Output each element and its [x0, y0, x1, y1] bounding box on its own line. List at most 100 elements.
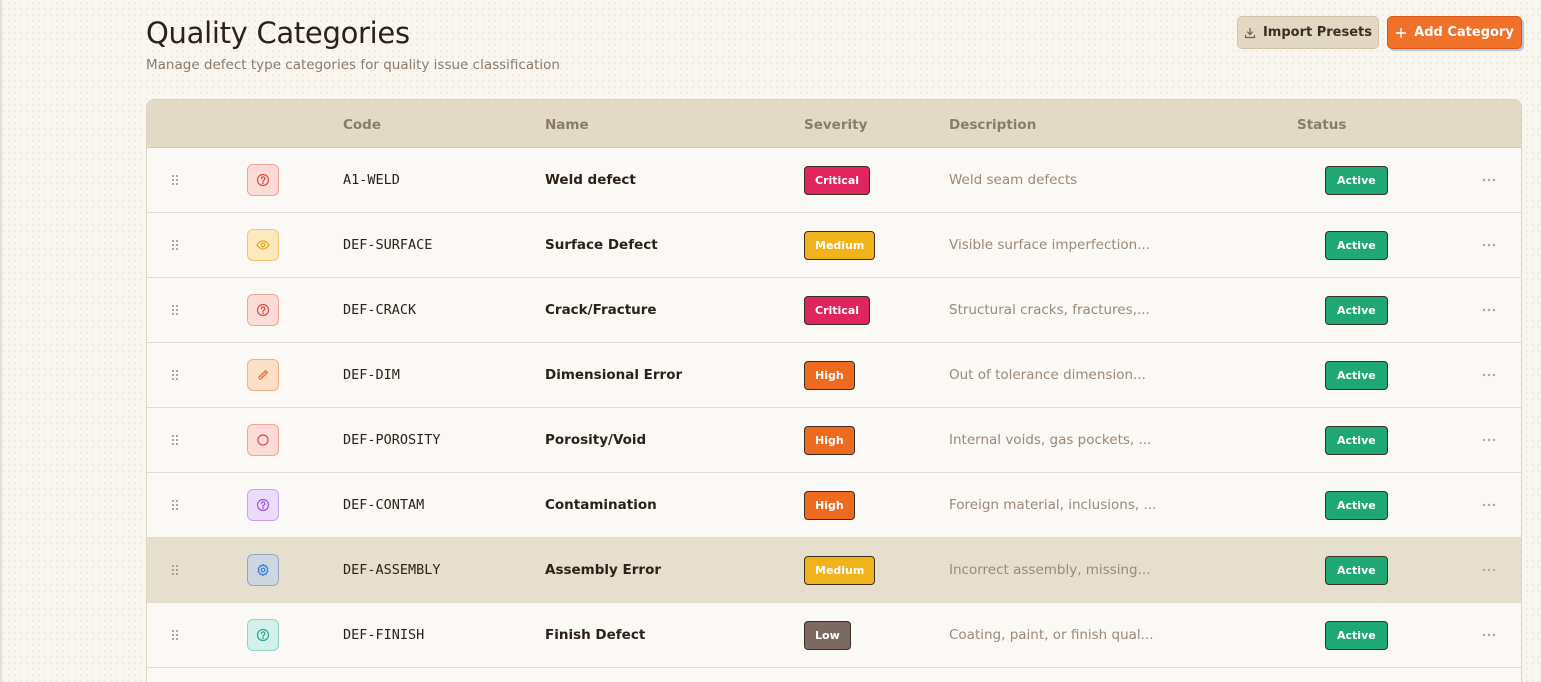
table-row[interactable]: DEF-POROSITY Porosity/Void High Internal…: [147, 408, 1521, 473]
category-code: A1-WELD: [343, 172, 400, 188]
help-circle-icon: [247, 294, 279, 326]
category-name: Weld defect: [545, 172, 636, 188]
column-header-status[interactable]: Status: [1297, 117, 1346, 133]
drag-handle-icon[interactable]: [169, 408, 181, 472]
page-title: Quality Categories: [146, 16, 410, 50]
category-description: Out of tolerance dimension...: [949, 367, 1146, 383]
category-code: DEF-POROSITY: [343, 432, 441, 448]
category-code: DEF-SURFACE: [343, 237, 433, 253]
more-actions-icon[interactable]: [1481, 538, 1497, 602]
severity-cell: Medium: [804, 213, 876, 277]
table-row[interactable]: DEF-FINISH Finish Defect Low Coating, pa…: [147, 603, 1521, 668]
severity-badge: Medium: [804, 230, 876, 260]
drag-handle-icon[interactable]: [169, 213, 181, 277]
status-cell: Active: [1325, 148, 1388, 212]
category-name: Dimensional Error: [545, 367, 683, 383]
help-circle-icon: [247, 164, 279, 196]
severity-badge: High: [804, 425, 855, 455]
ruler-icon: [247, 359, 279, 391]
severity-badge: Critical: [804, 165, 871, 195]
category-name: Crack/Fracture: [545, 302, 657, 318]
category-code: DEF-CRACK: [343, 302, 417, 318]
category-icon-cell: [247, 538, 279, 602]
category-name: Porosity/Void: [545, 432, 647, 448]
page-subtitle: Manage defect type categories for qualit…: [146, 57, 560, 73]
add-category-label: Add Category: [1414, 25, 1514, 40]
status-cell: Active: [1325, 343, 1388, 407]
column-header-severity[interactable]: Severity: [804, 117, 867, 133]
category-description: Internal voids, gas pockets, ...: [949, 432, 1152, 448]
drag-handle-icon[interactable]: [169, 603, 181, 667]
more-actions-icon[interactable]: [1481, 148, 1497, 212]
drag-handle-icon[interactable]: [169, 278, 181, 342]
severity-cell: Critical: [804, 278, 871, 342]
severity-cell: High: [804, 473, 855, 537]
status-badge: Active: [1325, 555, 1388, 585]
status-cell: Active: [1325, 473, 1388, 537]
more-actions-icon[interactable]: [1481, 603, 1497, 667]
status-badge: Active: [1325, 620, 1388, 650]
category-name: Contamination: [545, 497, 657, 513]
category-icon-cell: [247, 343, 279, 407]
table-row[interactable]: DEF-SURFACE Surface Defect Medium Visibl…: [147, 213, 1521, 278]
import-presets-button[interactable]: Import Presets: [1237, 16, 1379, 49]
table-row[interactable]: DEF-CONTAM Contamination High Foreign ma…: [147, 473, 1521, 538]
status-badge: Active: [1325, 295, 1388, 325]
column-header-name[interactable]: Name: [545, 117, 589, 133]
drag-handle-icon[interactable]: [169, 343, 181, 407]
severity-badge: Medium: [804, 555, 876, 585]
severity-cell: Medium: [804, 538, 876, 602]
category-code: DEF-DIM: [343, 367, 400, 383]
drag-handle-icon[interactable]: [169, 473, 181, 537]
drag-handle-icon[interactable]: [169, 538, 181, 602]
status-cell: Active: [1325, 408, 1388, 472]
category-name: Finish Defect: [545, 627, 646, 643]
table-row[interactable]: DEF-DIM Dimensional Error High Out of to…: [147, 343, 1521, 408]
category-code: DEF-FINISH: [343, 627, 425, 643]
help-circle-icon: [247, 619, 279, 651]
more-actions-icon[interactable]: [1481, 473, 1497, 537]
severity-badge: High: [804, 490, 855, 520]
eye-icon: [247, 229, 279, 261]
category-name: Assembly Error: [545, 562, 662, 578]
severity-cell: High: [804, 343, 855, 407]
drag-handle-icon[interactable]: [169, 148, 181, 212]
categories-table: Code Name Severity Description Status A1…: [146, 99, 1522, 682]
column-header-description[interactable]: Description: [949, 117, 1036, 133]
category-icon-cell: [247, 603, 279, 667]
import-presets-label: Import Presets: [1262, 25, 1373, 40]
severity-cell: High: [804, 408, 855, 472]
status-badge: Active: [1325, 165, 1388, 195]
more-actions-icon[interactable]: [1481, 408, 1497, 472]
category-description: Visible surface imperfection...: [949, 237, 1151, 253]
severity-cell: Low: [804, 603, 851, 667]
status-cell: Active: [1325, 538, 1388, 602]
status-cell: Active: [1325, 603, 1388, 667]
plus-icon: [1395, 27, 1407, 39]
gear-icon: [247, 554, 279, 586]
status-badge: Active: [1325, 425, 1388, 455]
severity-cell: Critical: [804, 148, 871, 212]
table-row[interactable]: A1-WELD Weld defect Critical Weld seam d…: [147, 148, 1521, 213]
status-badge: Active: [1325, 360, 1388, 390]
status-badge: Active: [1325, 230, 1388, 260]
add-category-button[interactable]: Add Category: [1387, 16, 1522, 49]
category-description: Structural cracks, fractures,...: [949, 302, 1150, 318]
severity-badge: Critical: [804, 295, 871, 325]
status-cell: Active: [1325, 213, 1388, 277]
more-actions-icon[interactable]: [1481, 213, 1497, 277]
table-header: Code Name Severity Description Status: [147, 100, 1521, 148]
more-actions-icon[interactable]: [1481, 278, 1497, 342]
category-icon-cell: [247, 148, 279, 212]
category-name: Surface Defect: [545, 237, 658, 253]
category-icon-cell: [247, 473, 279, 537]
severity-badge: Low: [804, 620, 851, 650]
category-description: Weld seam defects: [949, 172, 1078, 188]
table-row[interactable]: DEF-ASSEMBLY Assembly Error Medium Incor…: [147, 538, 1521, 603]
left-edge-border: [0, 0, 2, 682]
column-header-code[interactable]: Code: [343, 117, 381, 133]
table-row[interactable]: DEF-CRACK Crack/Fracture Critical Struct…: [147, 278, 1521, 343]
download-icon: [1244, 27, 1256, 39]
help-circle-icon: [247, 489, 279, 521]
more-actions-icon[interactable]: [1481, 343, 1497, 407]
